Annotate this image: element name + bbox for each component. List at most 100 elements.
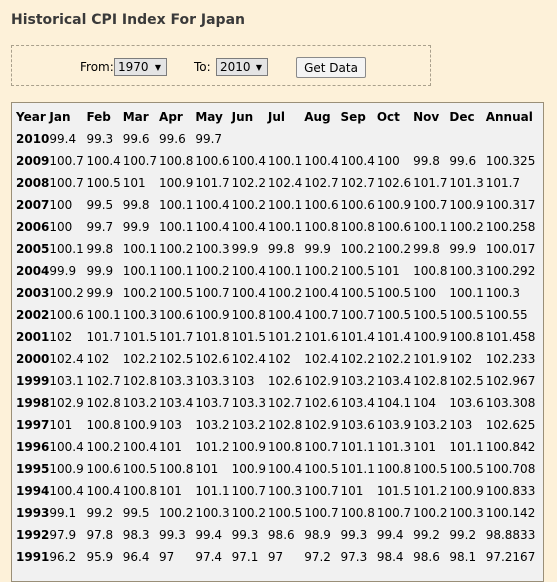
value-cell: 102.967 xyxy=(485,374,536,388)
value-cell: 102.4 xyxy=(267,176,303,190)
value-cell: 99.2 xyxy=(449,528,477,542)
column-header: Jan xyxy=(49,110,71,124)
table-row: 1999 103.1 102.7 102.8 103.3 103.3 103 102.6 102… xyxy=(16,370,543,392)
value-cell: 101 xyxy=(49,418,73,432)
value-cell: 103.2 xyxy=(122,396,158,410)
value-cell: 101.6 xyxy=(304,330,339,344)
column-header: Apr xyxy=(159,110,183,124)
year-cell: 1995 xyxy=(16,462,50,476)
value-cell: 101.7 xyxy=(159,330,194,344)
value-cell: 101.7 xyxy=(413,176,448,190)
table-row: 2003 100.2 99.9 100.2 100.5 100.7 100.4 100.2 10… xyxy=(16,282,543,304)
value-cell xyxy=(304,128,340,150)
column-header: May xyxy=(195,110,223,124)
get-data-button[interactable]: Get Data xyxy=(296,57,366,78)
value-cell: 102.8 xyxy=(86,396,121,410)
table-row: 2005 100.1 99.8 100.1 100.2 100.3 99.9 99.8 99.9… xyxy=(16,238,543,260)
value-cell: 100.5 xyxy=(159,286,194,300)
value-cell: 100.258 xyxy=(485,220,536,234)
value-cell: 102.625 xyxy=(485,418,536,432)
value-cell: 100.6 xyxy=(159,308,194,322)
value-cell: 99.6 xyxy=(159,132,186,146)
value-cell: 100.8 xyxy=(267,440,303,454)
value-cell: 100.2 xyxy=(304,264,339,278)
value-cell: 101.1 xyxy=(340,440,375,454)
value-cell: 102.9 xyxy=(304,418,339,432)
from-year-select[interactable]: 1970 ▼ xyxy=(114,58,167,76)
value-cell: 100.1 xyxy=(86,308,121,322)
value-cell: 100.4 xyxy=(122,440,158,454)
to-year-select[interactable]: 2010 ▼ xyxy=(216,58,268,76)
value-cell: 100.5 xyxy=(86,176,121,190)
value-cell: 100.6 xyxy=(86,462,121,476)
value-cell: 100.3 xyxy=(122,308,158,322)
value-cell: 102.8 xyxy=(122,374,158,388)
value-cell: 101.4 xyxy=(376,330,412,344)
year-cell: 2000 xyxy=(16,352,50,366)
value-cell: 100.8 xyxy=(304,220,339,234)
value-cell: 100.842 xyxy=(485,440,536,454)
table-row: 1997 101 100.8 100.9 103 103.2 103.2 102.8 102.9… xyxy=(16,414,543,436)
value-cell: 101.9 xyxy=(413,352,448,366)
table-header-row: Year Jan Feb Mar Apr May Jun Jul Aug Sep… xyxy=(16,106,543,128)
table-row: 1991 96.2 95.9 96.4 97 97.4 97.1 97 97.2 97.3 98.4… xyxy=(16,546,543,568)
value-cell: 99.5 xyxy=(86,198,114,212)
value-cell: 100.4 xyxy=(304,286,339,300)
value-cell: 99.3 xyxy=(159,528,186,542)
value-cell: 103.308 xyxy=(485,396,536,410)
value-cell: 98.4 xyxy=(376,550,404,564)
value-cell: 100.5 xyxy=(449,308,484,322)
value-cell: 100.8 xyxy=(159,154,194,168)
value-cell: 100.9 xyxy=(449,484,484,498)
column-header: Jun xyxy=(231,110,254,124)
value-cell: 100.708 xyxy=(485,462,536,476)
value-cell: 97.4 xyxy=(195,550,223,564)
value-cell: 99.4 xyxy=(376,528,404,542)
table-row: 1996 100.4 100.2 100.4 101 101.2 100.9 100.8 100… xyxy=(16,436,543,458)
date-range-form: From: 1970 ▼ To: 2010 ▼ Get Data xyxy=(11,45,431,86)
value-cell: 100.142 xyxy=(485,506,536,520)
value-cell: 99.8 xyxy=(122,198,150,212)
value-cell: 100.6 xyxy=(304,198,339,212)
value-cell xyxy=(413,128,449,150)
value-cell: 99.9 xyxy=(122,220,150,234)
value-cell: 100.7 xyxy=(49,176,84,190)
value-cell: 101.7 xyxy=(86,330,121,344)
value-cell: 100.1 xyxy=(413,220,448,234)
value-cell: 97.8 xyxy=(86,528,114,542)
value-cell: 102 xyxy=(86,352,110,366)
table-row: 2008 100.7 100.5 101 100.9 101.7 102.2 102.4 102… xyxy=(16,172,543,194)
value-cell: 100.292 xyxy=(485,264,536,278)
value-cell: 103.1 xyxy=(49,374,84,388)
value-cell: 100.3 xyxy=(267,484,303,498)
value-cell: 101.1 xyxy=(195,484,230,498)
value-cell: 100.4 xyxy=(49,440,84,454)
value-cell: 100.2 xyxy=(449,220,484,234)
value-cell: 100.1 xyxy=(267,198,303,212)
value-cell: 101 xyxy=(340,484,364,498)
value-cell: 99.4 xyxy=(195,528,223,542)
value-cell: 103.3 xyxy=(159,374,194,388)
value-cell: 99.9 xyxy=(86,264,114,278)
value-cell: 100.7 xyxy=(231,484,266,498)
column-header: Nov xyxy=(413,110,440,124)
value-cell: 100.9 xyxy=(376,198,412,212)
value-cell: 102.2 xyxy=(376,352,412,366)
value-cell: 102.6 xyxy=(195,352,230,366)
value-cell: 103.2 xyxy=(231,418,266,432)
cpi-table: Year Jan Feb Mar Apr May Jun Jul Aug Sep… xyxy=(16,106,543,568)
value-cell: 100.4 xyxy=(231,286,266,300)
value-cell: 98.1 xyxy=(449,550,477,564)
value-cell: 100.9 xyxy=(195,308,230,322)
value-cell: 101 xyxy=(195,462,219,476)
value-cell: 100.8 xyxy=(376,462,412,476)
value-cell: 99.8 xyxy=(86,242,114,256)
value-cell: 100.7 xyxy=(49,154,84,168)
value-cell: 103 xyxy=(159,418,182,432)
value-cell: 104 xyxy=(413,396,437,410)
value-cell: 101.2 xyxy=(195,440,230,454)
value-cell: 100.7 xyxy=(340,308,375,322)
value-cell: 100.8 xyxy=(413,264,448,278)
to-year-value: 2010 xyxy=(220,60,251,74)
value-cell: 101.2 xyxy=(267,330,303,344)
